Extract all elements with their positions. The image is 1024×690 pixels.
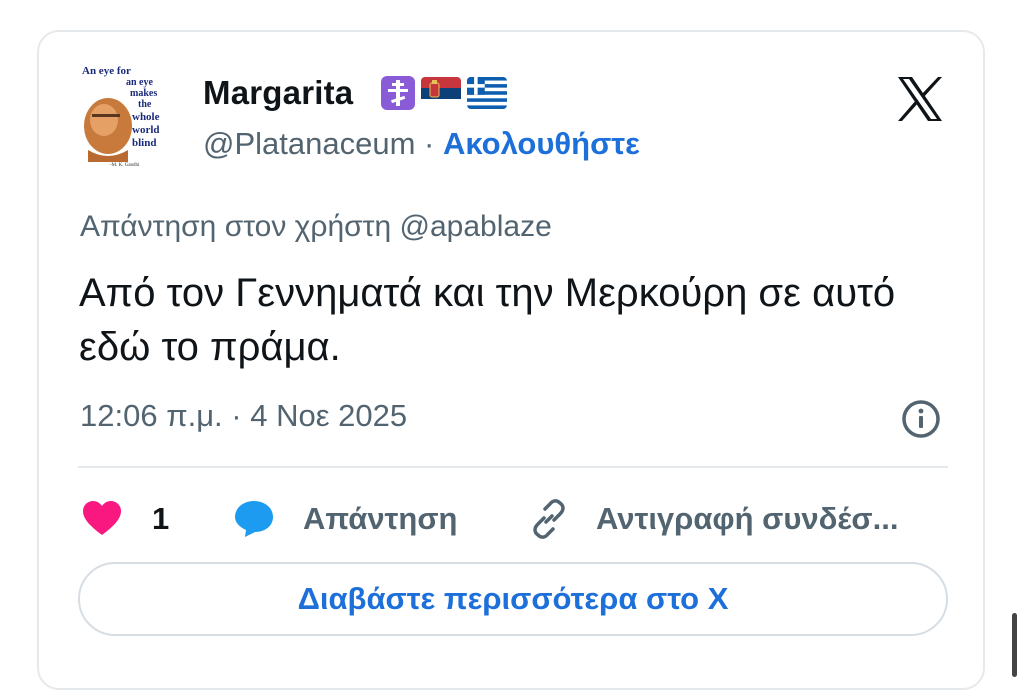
info-icon[interactable]: [900, 398, 942, 440]
name-badges: [381, 76, 507, 110]
timestamp[interactable]: 12:06 π.μ. · 4 Νοε 2025: [80, 398, 407, 434]
avatar-quote-line: blind: [132, 137, 156, 149]
orthodox-cross-icon: [381, 76, 415, 110]
action-bar: 1 Απάντηση Αντιγραφή συνδέσ...: [78, 494, 958, 544]
copy-link-label: Αντιγραφή συνδέσ...: [596, 501, 899, 536]
handle-separator: ·: [415, 126, 443, 161]
display-name[interactable]: Margarita: [203, 74, 353, 112]
avatar-quote-line: makes: [130, 88, 157, 99]
avatar-quote-line: world: [132, 124, 160, 136]
avatar-quote-line: whole: [132, 111, 160, 123]
tweet-embed-card[interactable]: An eye for an eye makes the whole world …: [37, 30, 985, 690]
heart-icon: [83, 501, 121, 535]
avatar-quote-line: an eye: [126, 77, 154, 88]
avatar[interactable]: An eye for an eye makes the whole world …: [80, 62, 164, 170]
serbia-flag-icon: [421, 77, 461, 109]
follow-link[interactable]: Ακολουθήστε: [443, 126, 640, 161]
link-icon: [533, 499, 565, 539]
tweet-text: Από τον Γεννηματά και την Μερκούρη σε αυ…: [79, 271, 896, 369]
speech-bubble-icon: [235, 501, 273, 537]
user-handle[interactable]: @Platanaceum: [203, 126, 415, 161]
x-logo-icon[interactable]: [895, 74, 945, 124]
avatar-image: An eye for an eye makes the whole world …: [80, 62, 164, 170]
reply-label: Απάντηση: [303, 501, 458, 536]
handle-line: @Platanaceum · Ακολουθήστε: [203, 126, 640, 162]
reply-button[interactable]: Απάντηση: [233, 494, 457, 544]
greece-flag-icon: [467, 77, 507, 109]
avatar-quote-attribution: -M. K. Gandhi: [110, 163, 140, 168]
copy-link-button[interactable]: Αντιγραφή συνδέσ...: [528, 494, 898, 544]
like-button[interactable]: 1: [82, 494, 169, 544]
read-more-button[interactable]: Διαβάστε περισσότερα στο Χ: [78, 562, 948, 636]
like-count: 1: [152, 501, 170, 536]
avatar-quote-line: An eye for: [82, 65, 131, 77]
divider: [78, 466, 948, 468]
reply-context[interactable]: Απάντηση στον χρήστη @apablaze: [80, 210, 552, 244]
scrollbar[interactable]: [1012, 613, 1017, 677]
avatar-quote-line: the: [138, 99, 152, 110]
